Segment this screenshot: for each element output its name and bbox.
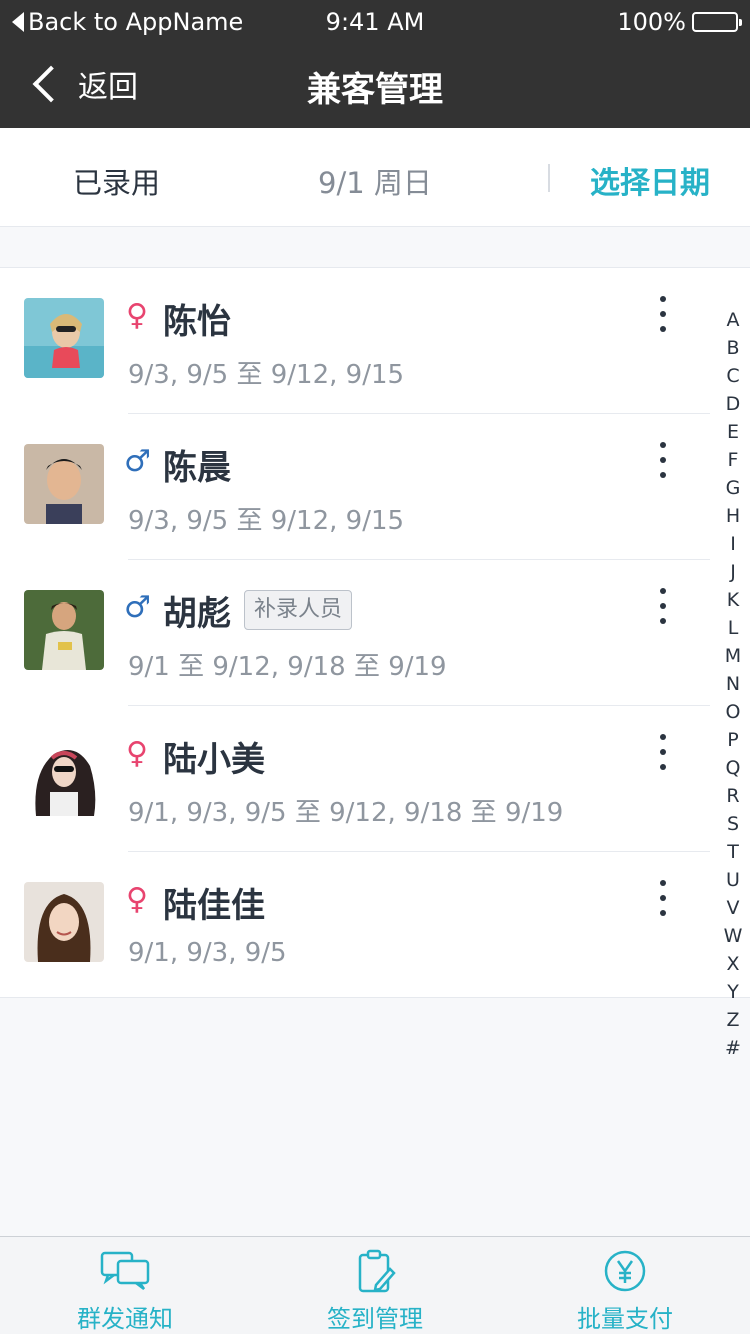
battery-icon — [692, 12, 742, 32]
index-letter[interactable]: # — [718, 1034, 748, 1062]
current-date: 9/1 周日 — [318, 166, 432, 200]
person-name: 陆佳佳 — [163, 886, 265, 926]
filter-bar: 已录用 9/1 周日 选择日期 — [0, 128, 750, 227]
person-name: 陈怡 — [163, 302, 231, 342]
index-letter[interactable]: S — [718, 810, 748, 838]
list-item[interactable]: ♀ 陆小美 9/1, 9/3, 9/5 至 9/12, 9/18 至 9/19 — [0, 706, 750, 852]
tab-group-notify[interactable]: 群发通知 — [0, 1237, 250, 1334]
page-title: 兼客管理 — [307, 70, 443, 110]
index-letter[interactable]: C — [718, 362, 748, 390]
work-dates: 9/1 至 9/12, 9/18 至 9/19 — [128, 652, 447, 682]
index-letter[interactable]: J — [718, 558, 748, 586]
index-letter[interactable]: Y — [718, 978, 748, 1006]
index-letter[interactable]: P — [718, 726, 748, 754]
male-icon: ♂ — [124, 590, 151, 625]
alphabet-index[interactable]: A B C D E F G H I J K L M N O P Q R S T U V W X Y Z # — [718, 306, 748, 1062]
more-options-icon[interactable] — [652, 588, 674, 628]
list-item[interactable]: ♂ 陈晨 9/3, 9/5 至 9/12, 9/15 — [0, 414, 750, 560]
index-letter[interactable]: L — [718, 614, 748, 642]
index-letter[interactable]: B — [718, 334, 748, 362]
person-name: 胡彪 — [163, 594, 231, 634]
tab-checkin-manage[interactable]: 签到管理 — [250, 1237, 500, 1334]
tab-label: 批量支付 — [577, 1305, 673, 1333]
tab-label: 签到管理 — [327, 1305, 423, 1333]
chat-bubbles-icon — [100, 1251, 150, 1290]
people-list: ♀ 陈怡 9/3, 9/5 至 9/12, 9/15 ♂ 陈晨 9/3, 9/5… — [0, 267, 750, 998]
yen-circle-icon — [604, 1250, 646, 1292]
index-letter[interactable]: O — [718, 698, 748, 726]
index-letter[interactable]: H — [718, 502, 748, 530]
supplementary-tag: 补录人员 — [244, 590, 353, 630]
person-name: 陆小美 — [163, 740, 265, 780]
select-date-button[interactable]: 选择日期 — [590, 158, 710, 202]
navigation-bar: 返回 兼客管理 — [0, 44, 750, 128]
list-item[interactable]: ♀ 陈怡 9/3, 9/5 至 9/12, 9/15 — [0, 268, 750, 414]
index-letter[interactable]: A — [718, 306, 748, 334]
clipboard-pen-icon — [358, 1249, 396, 1293]
filter-divider — [548, 164, 550, 192]
index-letter[interactable]: R — [718, 782, 748, 810]
battery-percent: 100% — [617, 8, 686, 36]
index-letter[interactable]: U — [718, 866, 748, 894]
index-letter[interactable]: Z — [718, 1006, 748, 1034]
index-letter[interactable]: V — [718, 894, 748, 922]
index-letter[interactable]: X — [718, 950, 748, 978]
avatar — [24, 882, 104, 962]
index-letter[interactable]: Q — [718, 754, 748, 782]
female-icon: ♀ — [126, 736, 148, 771]
index-letter[interactable]: M — [718, 642, 748, 670]
work-dates: 9/3, 9/5 至 9/12, 9/15 — [128, 360, 405, 390]
bottom-toolbar: 群发通知 签到管理 批量支付 — [0, 1236, 750, 1334]
index-letter[interactable]: T — [718, 838, 748, 866]
female-icon: ♀ — [126, 882, 148, 917]
index-letter[interactable]: G — [718, 474, 748, 502]
index-letter[interactable]: F — [718, 446, 748, 474]
work-dates: 9/1, 9/3, 9/5 — [128, 938, 287, 968]
work-dates: 9/1, 9/3, 9/5 至 9/12, 9/18 至 9/19 — [128, 798, 564, 828]
index-letter[interactable]: I — [718, 530, 748, 558]
more-options-icon[interactable] — [652, 880, 674, 920]
status-bar: Back to AppName 9:41 AM 100% — [0, 0, 750, 44]
avatar — [24, 590, 104, 670]
index-letter[interactable]: D — [718, 390, 748, 418]
avatar — [24, 298, 104, 378]
female-icon: ♀ — [126, 298, 148, 333]
index-letter[interactable]: E — [718, 418, 748, 446]
tab-batch-payment[interactable]: 批量支付 — [500, 1237, 750, 1334]
top-bar: Back to AppName 9:41 AM 100% 返回 兼客管理 — [0, 0, 750, 128]
list-item[interactable]: ♂ 胡彪 补录人员 9/1 至 9/12, 9/18 至 9/19 — [0, 560, 750, 706]
index-letter[interactable]: K — [718, 586, 748, 614]
index-letter[interactable]: N — [718, 670, 748, 698]
more-options-icon[interactable] — [652, 734, 674, 774]
index-letter[interactable]: W — [718, 922, 748, 950]
more-options-icon[interactable] — [652, 296, 674, 336]
list-item[interactable]: ♀ 陆佳佳 9/1, 9/3, 9/5 — [0, 852, 750, 998]
avatar — [24, 736, 104, 816]
tab-label: 群发通知 — [77, 1305, 173, 1333]
male-icon: ♂ — [124, 444, 151, 479]
avatar — [24, 444, 104, 524]
work-dates: 9/3, 9/5 至 9/12, 9/15 — [128, 506, 405, 536]
more-options-icon[interactable] — [652, 442, 674, 482]
hire-status-filter[interactable]: 已录用 — [73, 160, 160, 202]
person-name: 陈晨 — [163, 448, 231, 488]
battery-indicator: 100% — [617, 8, 742, 36]
